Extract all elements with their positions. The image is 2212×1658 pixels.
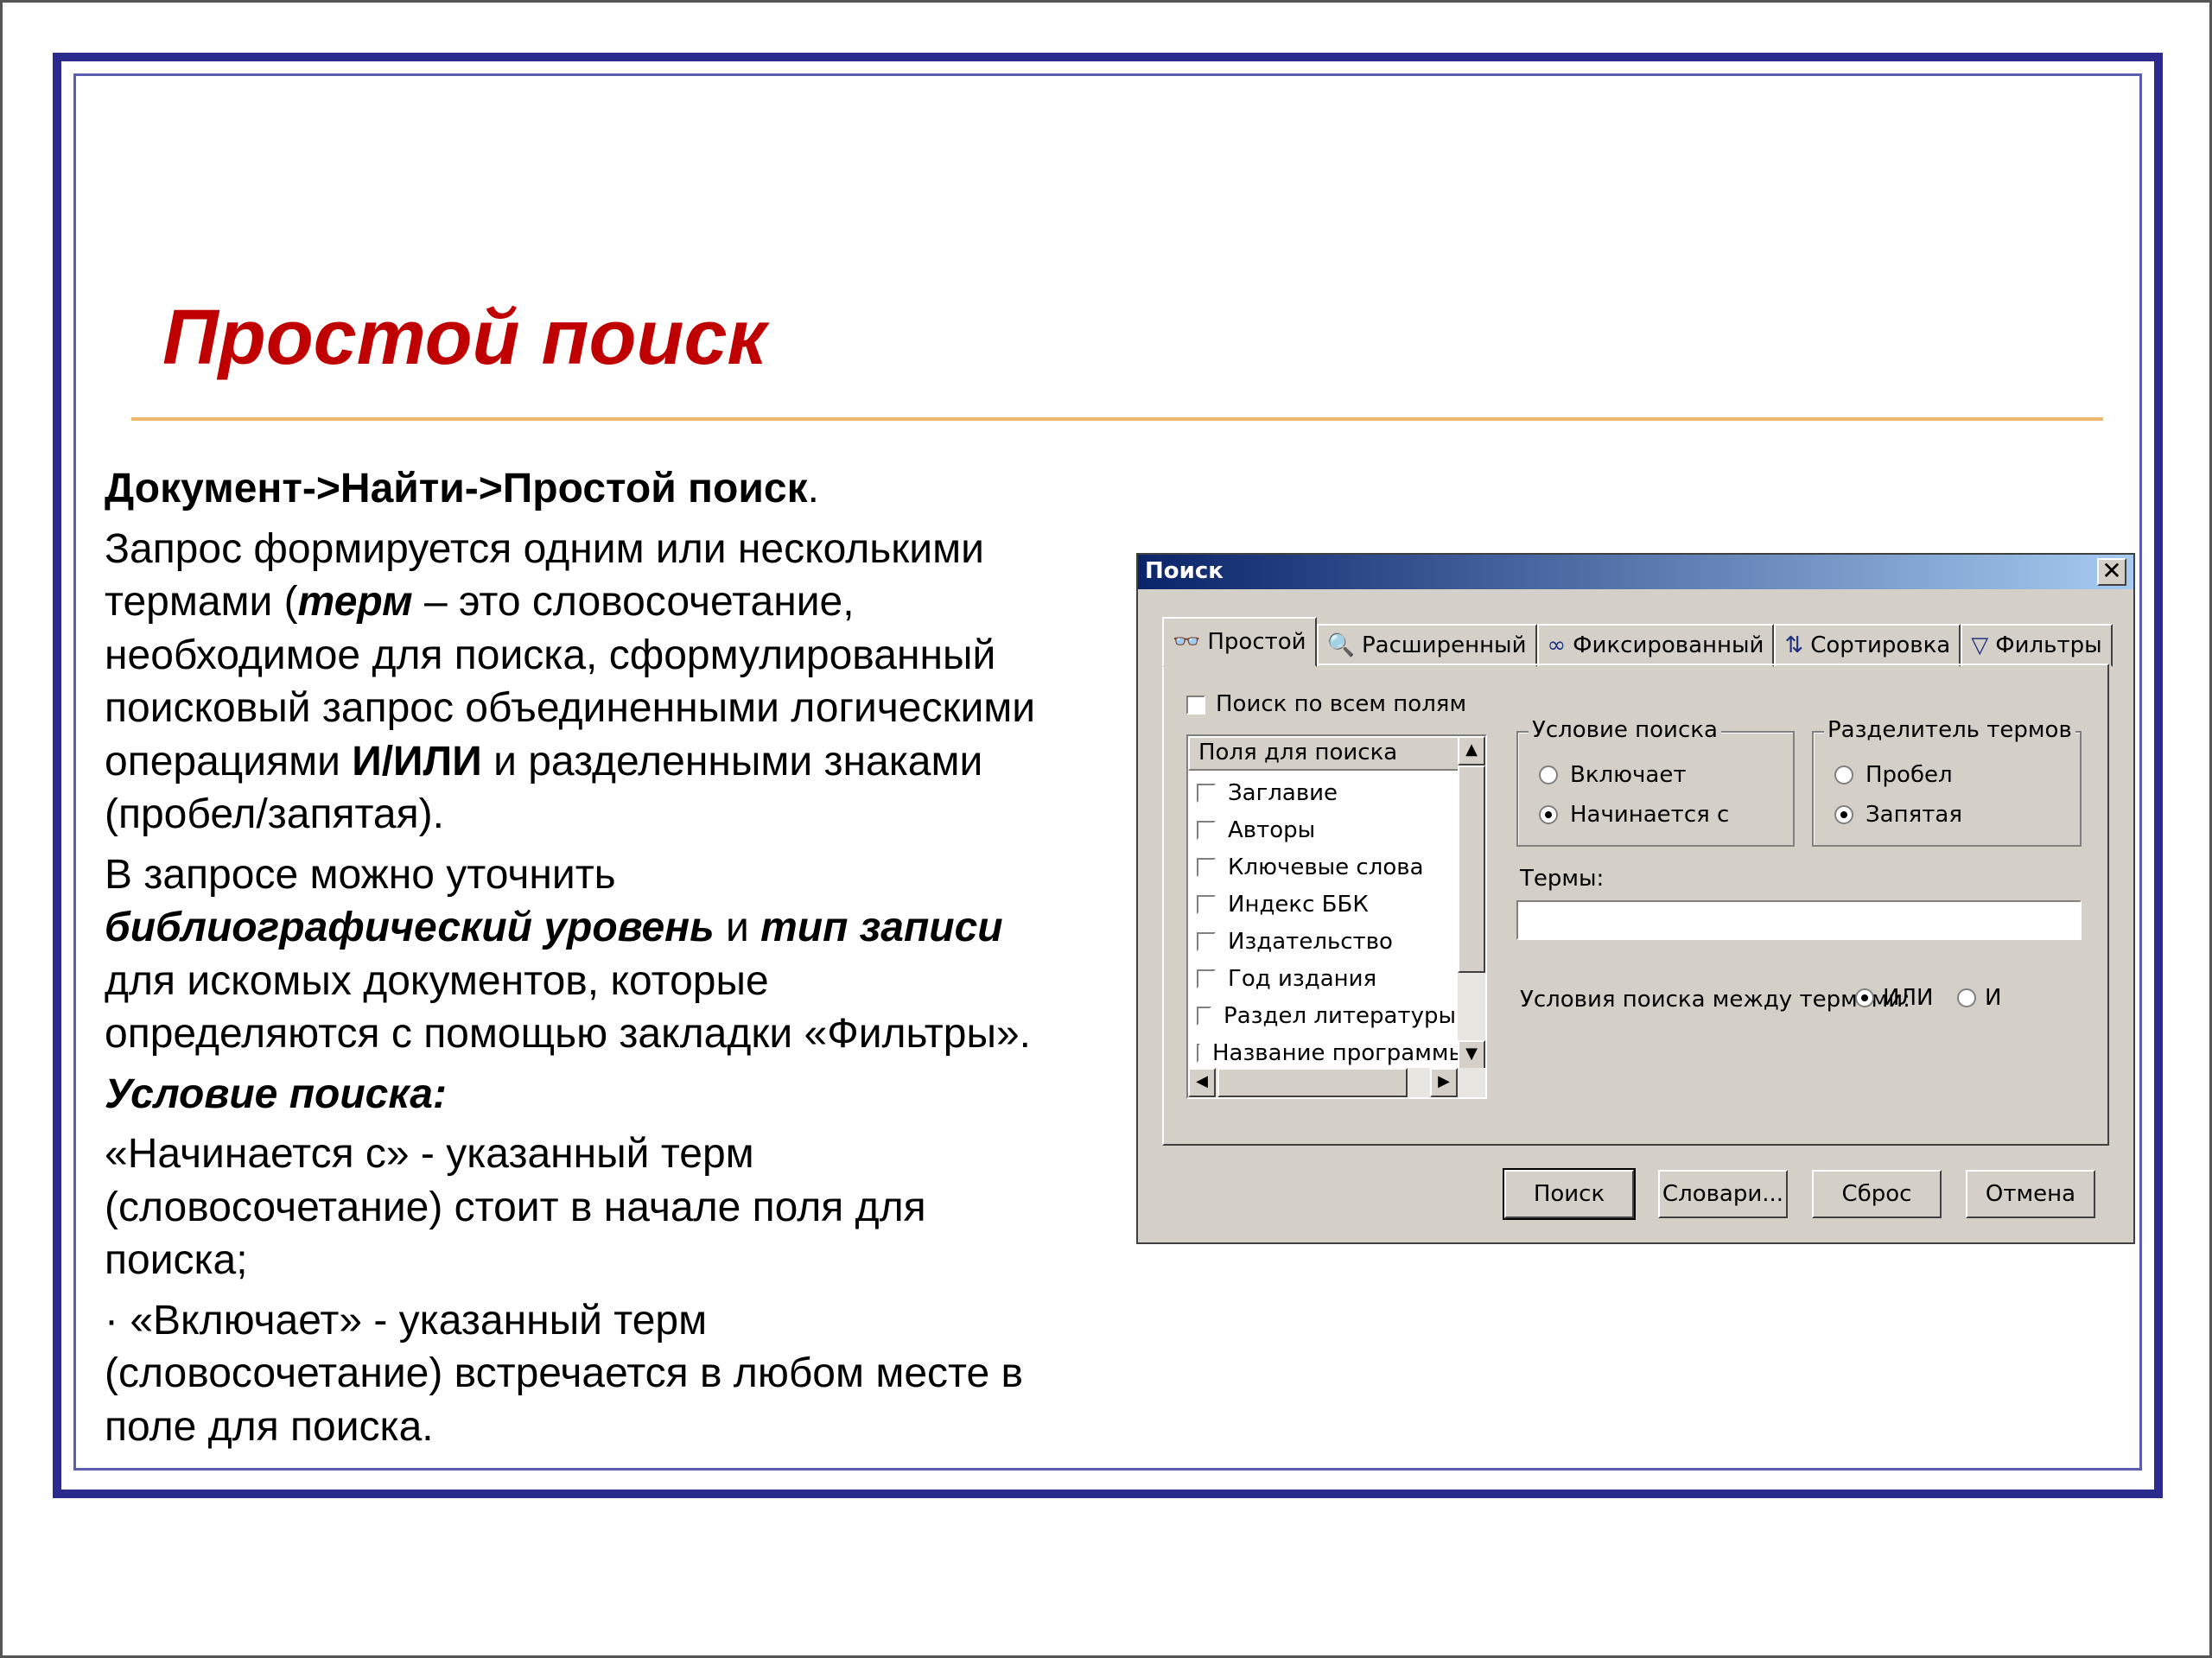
list-item[interactable]: Название программы bbox=[1197, 1034, 1466, 1071]
checkbox[interactable] bbox=[1197, 931, 1216, 951]
radio-button[interactable] bbox=[1539, 805, 1558, 824]
refine-paragraph: В запросе можно уточнить библиографическ… bbox=[105, 851, 1031, 1058]
search-button[interactable]: Поиск bbox=[1503, 1168, 1636, 1220]
menu-path: Документ->Найти->Простой поиск. bbox=[105, 466, 819, 511]
checkbox[interactable] bbox=[1197, 783, 1216, 803]
scroll-up-icon[interactable]: ▲ bbox=[1458, 736, 1485, 765]
condition-heading: Условие поиска: bbox=[105, 1070, 447, 1117]
checkbox[interactable] bbox=[1197, 1043, 1200, 1063]
dialog-titlebar[interactable]: Поиск ✕ bbox=[1138, 555, 2133, 589]
query-paragraph: Запрос формируется одним или несколькими… bbox=[105, 525, 1036, 838]
vertical-scrollbar[interactable]: ▲ ▼ bbox=[1458, 736, 1485, 1070]
radio-button[interactable] bbox=[1855, 988, 1874, 1007]
list-item[interactable]: Заглавие bbox=[1197, 774, 1456, 811]
search-doc-icon: 🔍 bbox=[1326, 632, 1355, 658]
terms-input[interactable] bbox=[1516, 900, 2082, 940]
radio-button[interactable] bbox=[1957, 988, 1976, 1007]
checkbox[interactable] bbox=[1197, 969, 1216, 988]
close-button[interactable]: ✕ bbox=[2097, 558, 2126, 586]
dictionaries-button[interactable]: Словари... bbox=[1658, 1170, 1788, 1218]
tab-fixed[interactable]: ∞ Фиксированный bbox=[1536, 624, 1775, 667]
sort-icon: ⇅ bbox=[1784, 632, 1804, 658]
tab-filters[interactable]: ▽ Фильтры bbox=[1961, 624, 2113, 667]
scroll-right-icon[interactable]: ▶ bbox=[1430, 1068, 1458, 1097]
list-item[interactable]: Издательство bbox=[1197, 923, 1456, 960]
binoculars-icon: 👓 bbox=[1173, 629, 1201, 655]
list-item[interactable]: Раздел литературы bbox=[1197, 997, 1456, 1034]
list-item[interactable]: Год издания bbox=[1197, 960, 1456, 997]
list-item[interactable]: Авторы bbox=[1197, 811, 1456, 848]
checkbox-box[interactable] bbox=[1186, 695, 1205, 715]
radio-or[interactable]: ИЛИ bbox=[1855, 985, 1933, 1011]
dialog-title: Поиск bbox=[1145, 558, 1224, 584]
scroll-left-icon[interactable]: ◀ bbox=[1188, 1068, 1216, 1097]
list-header: Поля для поиска bbox=[1188, 736, 1459, 771]
terms-label: Термы: bbox=[1520, 866, 1605, 892]
tab-advanced[interactable]: 🔍 Расширенный bbox=[1316, 624, 1537, 667]
search-all-fields-checkbox[interactable]: Поиск по всем полям bbox=[1186, 691, 1466, 717]
checkbox[interactable] bbox=[1197, 1006, 1212, 1026]
tab-sorting[interactable]: ⇅ Сортировка bbox=[1774, 624, 1961, 667]
cancel-button[interactable]: Отмена bbox=[1966, 1170, 2095, 1218]
title-divider bbox=[131, 417, 2103, 421]
list-item[interactable]: Ключевые слова bbox=[1197, 848, 1456, 886]
checkbox[interactable] bbox=[1197, 857, 1216, 877]
contains-paragraph: · «Включает» - указанный терм (словосоче… bbox=[105, 1297, 1024, 1450]
checkbox[interactable] bbox=[1197, 820, 1216, 840]
group-legend: Разделитель термов bbox=[1824, 717, 2075, 743]
term-separator-group: Разделитель термов Пробел Запятая bbox=[1812, 717, 2082, 847]
radio-button[interactable] bbox=[1834, 765, 1853, 785]
glasses-icon: ∞ bbox=[1547, 632, 1567, 658]
close-icon: ✕ bbox=[2101, 556, 2122, 585]
horizontal-scrollbar[interactable]: ◀ ▶ bbox=[1188, 1068, 1485, 1097]
radio-space[interactable]: Пробел bbox=[1834, 762, 1953, 788]
starts-with-paragraph: «Начинается с» - указанный терм (словосо… bbox=[105, 1131, 926, 1283]
between-terms-label: Условия поиска между термами: bbox=[1520, 987, 1910, 1013]
scroll-thumb[interactable] bbox=[1458, 765, 1485, 973]
radio-starts-with[interactable]: Начинается с bbox=[1539, 802, 1729, 828]
radio-and[interactable]: И bbox=[1957, 985, 2001, 1011]
filter-icon: ▽ bbox=[1971, 632, 1989, 658]
slide-body: Документ->Найти->Простой поиск. Запрос ф… bbox=[105, 462, 1124, 1460]
radio-comma[interactable]: Запятая bbox=[1834, 802, 1962, 828]
reset-button[interactable]: Сброс bbox=[1812, 1170, 1942, 1218]
radio-button[interactable] bbox=[1539, 765, 1558, 785]
tab-strip: 👓 Простой 🔍 Расширенный ∞ Фиксированный ⇅ Со… bbox=[1162, 617, 2113, 667]
scroll-thumb-horizontal[interactable] bbox=[1217, 1068, 1408, 1097]
checkbox[interactable] bbox=[1197, 894, 1216, 914]
radio-contains[interactable]: Включает bbox=[1539, 762, 1686, 788]
list-item[interactable]: Индекс ББК bbox=[1197, 886, 1456, 923]
search-fields-list[interactable]: Поля для поиска Заглавие Авторы Ключевые… bbox=[1186, 734, 1487, 1099]
search-dialog: Поиск ✕ 👓 Простой 🔍 Расширенный ∞ Фиксирова… bbox=[1136, 553, 2135, 1244]
radio-button[interactable] bbox=[1834, 805, 1853, 824]
search-condition-group: Условие поиска Включает Начинается с bbox=[1516, 717, 1795, 847]
tab-simple[interactable]: 👓 Простой bbox=[1162, 617, 1317, 667]
scroll-down-icon[interactable]: ▼ bbox=[1458, 1040, 1485, 1070]
group-legend: Условие поиска bbox=[1529, 717, 1721, 743]
slide-title: Простой поиск bbox=[162, 295, 767, 381]
list-items: Заглавие Авторы Ключевые слова Индекс ББ… bbox=[1197, 774, 1466, 1071]
